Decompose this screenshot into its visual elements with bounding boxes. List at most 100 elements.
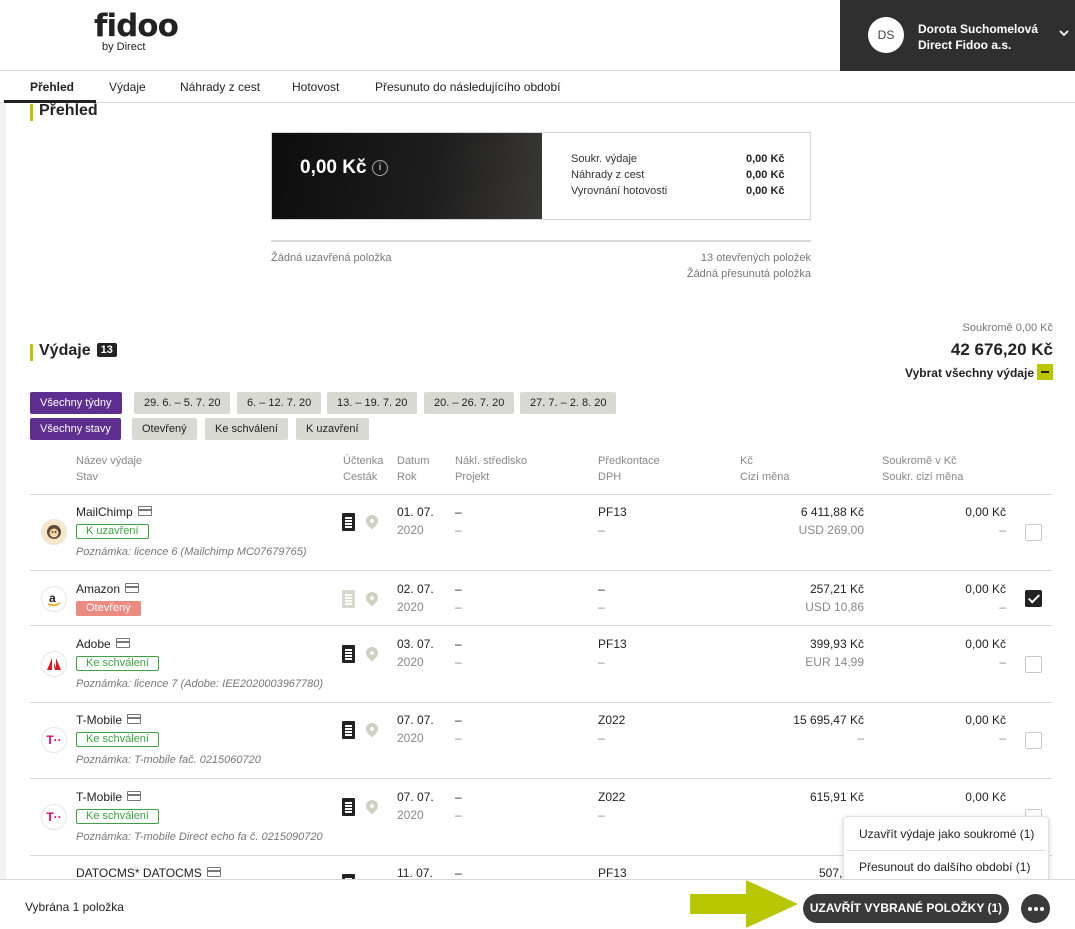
receipt-icon[interactable] <box>342 645 355 663</box>
summary-private-label: Soukr. výdaje <box>571 153 638 165</box>
tab-cash[interactable]: Hotovost <box>292 80 339 94</box>
expense-note: Poznámka: licence 7 (Adobe: IEE202000396… <box>76 678 324 690</box>
status-badge: Ke schválení <box>76 732 159 747</box>
status-badge: Ke schválení <box>76 656 159 671</box>
amount-czk: 15 695,47 Kč <box>793 713 864 727</box>
precontact: PF13 <box>598 866 627 880</box>
user-menu[interactable]: DS Dorota Suchomelová Direct Fidoo a.s. <box>840 0 1075 71</box>
select-all-expenses[interactable]: Vybrat všechny výdaje <box>905 364 1053 380</box>
vat: – <box>598 655 605 669</box>
select-all-label: Vybrat všechny výdaje <box>905 366 1034 380</box>
user-name: Dorota Suchomelová <box>918 22 1039 36</box>
receipt-icon[interactable] <box>342 513 355 531</box>
amount-czk: 257,21 Kč <box>809 582 864 596</box>
row-divider <box>30 778 1052 779</box>
location-pin-icon[interactable] <box>363 797 381 815</box>
arrow-right-icon <box>690 880 798 928</box>
filter-week-5[interactable]: 27. 7. – 2. 8. 20 <box>520 392 617 414</box>
expenses-count-badge: 13 <box>96 343 117 357</box>
row-checkbox[interactable] <box>1025 590 1042 607</box>
filter-week-4[interactable]: 20. – 26. 7. 20 <box>424 392 515 414</box>
vat: – <box>598 731 605 745</box>
amount-czk: 615,91 Kč <box>809 790 864 804</box>
expense-date: 03. 07. <box>397 637 434 651</box>
amount-czk: 6 411,88 Kč <box>800 505 864 519</box>
expense-date: 11. 07. <box>397 866 433 880</box>
actions-menu: Uzavřít výdaje jako soukromé (1) Přesuno… <box>843 816 1049 883</box>
summary-card: 0,00 Kč i Soukr. výdaje 0,00 Kč Náhrady … <box>271 132 811 220</box>
tmobile-logo-icon: T·· <box>41 727 67 753</box>
merchant-name: T-Mobile <box>76 790 142 804</box>
status-badge: Ke schválení <box>76 809 159 824</box>
precontact: PF13 <box>598 637 627 651</box>
open-items-text: 13 otevřených položek <box>700 252 811 264</box>
card-icon <box>127 714 142 724</box>
project: – <box>455 523 462 537</box>
row-checkbox[interactable] <box>1025 732 1042 749</box>
vat: – <box>598 808 605 822</box>
private-czk: 0,00 Kč <box>965 713 1006 727</box>
fidoo-logo[interactable]: fidoo by Direct <box>94 8 179 60</box>
amount-foreign: USD 269,00 <box>798 523 864 537</box>
filter-state-approval[interactable]: Ke schválení <box>205 418 288 440</box>
summary-divider <box>271 240 811 242</box>
user-company: Direct Fidoo a.s. <box>918 38 1012 52</box>
svg-text:a: a <box>49 591 56 605</box>
col-amount: Kč Cizí měna <box>740 455 790 483</box>
cost-center: – <box>455 582 462 596</box>
expense-date: 07. 07. <box>397 790 434 804</box>
merchant-name: Amazon <box>76 582 140 596</box>
col-private: Soukromě v Kč Soukr. cizí měna <box>882 455 964 483</box>
tab-moved[interactable]: Přesunuto do následujícího období <box>375 80 560 94</box>
private-foreign: – <box>999 731 1006 745</box>
moved-items-text: Žádná přesunutá položka <box>686 268 811 280</box>
select-all-checkbox[interactable] <box>1037 364 1053 380</box>
amount-foreign: USD 10,86 <box>805 600 864 614</box>
row-divider <box>30 702 1052 703</box>
location-pin-icon[interactable] <box>363 512 381 530</box>
menu-close-as-private[interactable]: Uzavřít výdaje jako soukromé (1) <box>859 827 1034 841</box>
avatar: DS <box>868 17 904 53</box>
tab-expenses[interactable]: Výdaje <box>109 80 146 94</box>
row-divider <box>30 570 1052 571</box>
precontact: – <box>598 582 605 596</box>
receipt-icon[interactable] <box>342 721 355 739</box>
status-badge: K uzavření <box>76 524 149 539</box>
vat: – <box>598 523 605 537</box>
col-name: Název výdaje Stav <box>76 455 143 483</box>
filter-week-3[interactable]: 13. – 19. 7. 20 <box>327 392 418 414</box>
location-pin-icon[interactable] <box>363 720 381 738</box>
tab-travel[interactable]: Náhrady z cest <box>180 80 260 94</box>
more-options-button[interactable] <box>1021 894 1050 923</box>
expenses-title: Výdaje 13 <box>30 342 117 361</box>
row-divider <box>30 625 1052 626</box>
filter-all-states[interactable]: Všechny stavy <box>30 418 121 440</box>
summary-cash-label: Vyrovnání hotovosti <box>571 185 668 197</box>
tab-overview[interactable]: Přehled <box>30 80 74 94</box>
filter-week-1[interactable]: 29. 6. – 5. 7. 20 <box>134 392 231 414</box>
menu-move-to-next-period[interactable]: Přesunout do dalšího období (1) <box>859 860 1030 874</box>
filter-week-2[interactable]: 6. – 12. 7. 20 <box>237 392 322 414</box>
row-checkbox[interactable] <box>1025 656 1042 673</box>
expense-year: 2020 <box>397 731 424 745</box>
merchant-name: MailChimp <box>76 505 152 519</box>
col-date: Datum Rok <box>397 455 430 483</box>
app-header: fidoo by Direct DS Dorota Suchomelová Di… <box>0 0 1075 71</box>
close-selected-button[interactable]: UZAVŘÍT VYBRANÉ POLOŽKY (1) <box>803 894 1009 923</box>
location-pin-icon[interactable] <box>363 644 381 662</box>
filter-state-open[interactable]: Otevřený <box>132 418 197 440</box>
row-checkbox[interactable] <box>1025 524 1042 541</box>
receipt-icon[interactable] <box>342 798 355 816</box>
col-receipt: Účtenka Cesták <box>343 455 384 483</box>
chevron-down-icon[interactable] <box>1059 26 1069 40</box>
receipt-icon[interactable] <box>342 590 355 608</box>
filter-state-to-close[interactable]: K uzavření <box>296 418 369 440</box>
precontact: Z022 <box>598 713 626 727</box>
cost-center: – <box>455 790 462 804</box>
filter-all-weeks[interactable]: Všechny týdny <box>30 392 122 414</box>
info-icon[interactable]: i <box>372 160 388 176</box>
row-divider <box>30 494 1052 495</box>
bottom-action-bar: Vybrána 1 položka UZAVŘÍT VYBRANÉ POLOŽK… <box>0 879 1075 929</box>
location-pin-icon[interactable] <box>363 589 381 607</box>
selected-count: Vybrána 1 položka <box>25 900 124 914</box>
